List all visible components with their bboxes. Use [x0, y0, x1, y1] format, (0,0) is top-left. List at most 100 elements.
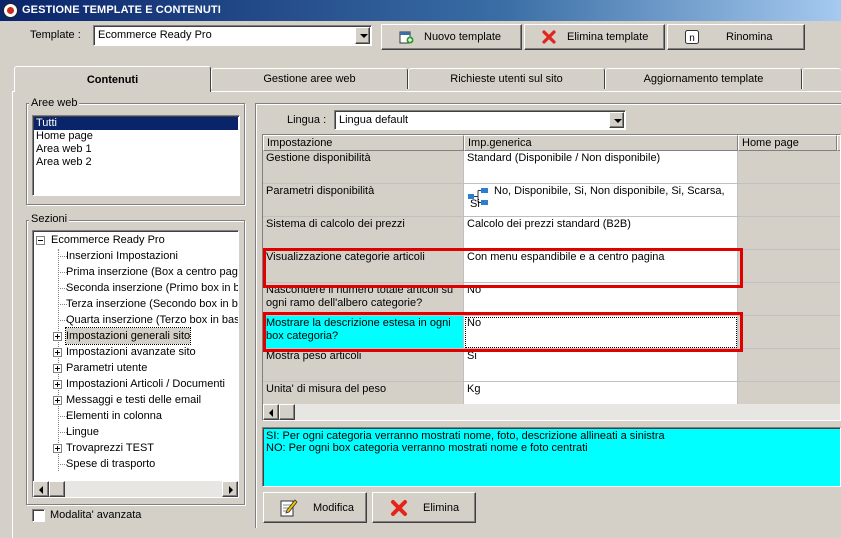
- setting-value-cell[interactable]: Calcolo dei prezzi standard (B2B): [464, 217, 738, 250]
- column-header[interactable]: Home page: [738, 135, 837, 151]
- home-page-cell[interactable]: [738, 316, 840, 349]
- edit-label: Modifica: [313, 501, 354, 514]
- description-box: SI: Per ogni categoria verranno mostrati…: [262, 427, 841, 487]
- setting-name-cell[interactable]: Nascondere il numero totale articoli su …: [263, 283, 464, 316]
- setting-name-cell[interactable]: Gestione disponibilità: [263, 151, 464, 184]
- expand-icon[interactable]: [53, 380, 62, 389]
- scroll-left-button[interactable]: [33, 481, 49, 497]
- tree-node-label: Quarta inserzione (Terzo box in bass: [66, 314, 239, 326]
- home-page-cell[interactable]: [738, 217, 840, 250]
- delete-button[interactable]: Elimina: [372, 492, 476, 523]
- new-template-icon: [398, 29, 414, 45]
- template-select[interactable]: Ecommerce Ready Pro: [93, 25, 372, 46]
- description-line-1: SI: Per ogni categoria verranno mostrati…: [266, 430, 665, 442]
- scroll-thumb[interactable]: [279, 404, 295, 420]
- column-header[interactable]: Impostazione: [263, 135, 464, 151]
- tab-aggiornamento-template-label: Aggiornamento template: [643, 73, 764, 85]
- expand-icon[interactable]: [53, 332, 62, 341]
- home-page-cell[interactable]: [738, 349, 840, 382]
- setting-value-cell[interactable]: Si: [464, 349, 738, 382]
- close-icon: [389, 498, 409, 518]
- tab-richieste-utenti[interactable]: Richieste utenti sul sito: [408, 68, 605, 89]
- modalita-avanzata-checkbox[interactable]: [32, 509, 45, 522]
- aree-web-label: Aree web: [29, 97, 80, 109]
- window-titlebar: GESTIONE TEMPLATE E CONTENUTI: [0, 0, 841, 21]
- tree-node-label: Elementi in colonna: [66, 410, 163, 422]
- setting-value-cell[interactable]: No, Disponibile, Si, Non disponibile, Si…: [464, 184, 738, 217]
- chevron-down-icon[interactable]: [355, 27, 370, 44]
- tree-root-label: Ecommerce Ready Pro: [51, 234, 165, 246]
- list-item[interactable]: Tutti: [34, 117, 238, 130]
- setting-name-cell[interactable]: Sistema di calcolo dei prezzi: [263, 217, 464, 250]
- grid-hscrollbar[interactable]: [263, 404, 840, 420]
- tree-node-label: Spese di trasporto: [66, 458, 156, 470]
- setting-name-cell[interactable]: Parametri disponibilità: [263, 184, 464, 217]
- tree-node-label: Impostazioni avanzate sito: [66, 346, 196, 358]
- list-item[interactable]: Home page: [34, 130, 238, 143]
- setting-value-text: Standard (Disponibile / Non disponibile): [467, 152, 661, 164]
- collapse-icon[interactable]: [36, 236, 45, 245]
- home-page-cell[interactable]: [738, 283, 840, 316]
- delete-template-button[interactable]: Elimina template: [524, 24, 665, 50]
- chevron-down-icon[interactable]: [609, 112, 624, 128]
- setting-value-cell[interactable]: Standard (Disponibile / Non disponibile): [464, 151, 738, 184]
- home-page-cell[interactable]: [738, 151, 840, 184]
- tab-aggiornamento-template[interactable]: Aggiornamento template: [605, 68, 802, 89]
- sezioni-tree[interactable]: Ecommerce Ready Pro Inserzioni Impostazi…: [32, 230, 239, 498]
- tab-gestione-aree-web-label: Gestione aree web: [263, 73, 356, 85]
- setting-value-cell[interactable]: No: [464, 316, 738, 349]
- edit-icon: [279, 498, 299, 518]
- tree-node-label: Seconda inserzione (Primo box in ba: [66, 282, 239, 294]
- setting-value-cell[interactable]: Con menu espandibile e a centro pagina: [464, 250, 738, 283]
- tab-contenuti[interactable]: Contenuti: [14, 66, 211, 92]
- expand-icon[interactable]: [53, 364, 62, 373]
- scroll-thumb[interactable]: [49, 481, 65, 497]
- tree-node-label: Messaggi e testi delle email: [66, 394, 202, 406]
- tree-node-label: Impostazioni generali sito: [64, 327, 192, 345]
- setting-value-text: Kg: [467, 383, 481, 395]
- modalita-avanzata-label: Modalita' avanzata: [50, 509, 142, 521]
- close-icon: [541, 29, 557, 45]
- rename-label: Rinomina: [726, 31, 773, 43]
- edit-button[interactable]: Modifica: [263, 492, 367, 523]
- list-item[interactable]: Area web 1: [34, 143, 238, 156]
- setting-value-text: Con menu espandibile e a centro pagina: [467, 251, 665, 263]
- column-header[interactable]: [837, 135, 840, 151]
- setting-value-text: No: [467, 317, 482, 329]
- list-item[interactable]: Area web 2: [34, 156, 238, 169]
- sezioni-label: Sezioni: [29, 213, 70, 225]
- setting-value-cell[interactable]: No: [464, 283, 738, 316]
- tree-node-label: Inserzioni Impostazioni: [66, 250, 178, 262]
- tab-gestione-aree-web[interactable]: Gestione aree web: [211, 68, 408, 89]
- lingua-select-value: Lingua default: [339, 114, 409, 126]
- tab-overflow[interactable]: [802, 68, 841, 89]
- setting-name-cell[interactable]: Visualizzazione categorie articoli: [263, 250, 464, 283]
- tree-node-label: Parametri utente: [66, 362, 148, 374]
- tree-node-label: Prima inserzione (Box a centro pagin: [66, 266, 239, 278]
- tree-node-label: Terza inserzione (Secondo box in ba: [66, 298, 239, 310]
- lingua-select[interactable]: Lingua default: [334, 110, 626, 130]
- new-template-button[interactable]: Nuovo template: [381, 24, 522, 50]
- rename-icon: n: [684, 29, 700, 45]
- setting-name-cell[interactable]: Mostra peso articoli: [263, 349, 464, 382]
- window-title: GESTIONE TEMPLATE E CONTENUTI: [22, 4, 221, 16]
- delete-label: Elimina: [423, 501, 460, 514]
- tree-hscrollbar[interactable]: [33, 481, 238, 497]
- setting-name-cell[interactable]: Mostrare la descrizione estesa in ogni b…: [263, 316, 464, 349]
- tree-node-label: Lingue: [66, 426, 100, 438]
- setting-value-text: Si: [467, 350, 477, 362]
- home-page-cell[interactable]: [738, 250, 840, 283]
- expand-icon[interactable]: [53, 396, 62, 405]
- home-page-cell[interactable]: [738, 184, 840, 217]
- settings-grid[interactable]: Impostazione Imp.generica Home page Gestion…: [262, 134, 841, 421]
- column-header[interactable]: Imp.generica: [464, 135, 738, 151]
- expand-icon[interactable]: [53, 444, 62, 453]
- scroll-right-button[interactable]: [222, 481, 238, 497]
- scroll-left-button[interactable]: [263, 404, 279, 420]
- delete-template-label: Elimina template: [567, 31, 649, 43]
- rename-button[interactable]: n Rinomina: [667, 24, 805, 50]
- expand-icon[interactable]: [53, 348, 62, 357]
- aree-web-list[interactable]: Tutti Home page Area web 1 Area web 2: [32, 115, 240, 196]
- setting-value-text: No, Disponibile, Si, Non disponibile, Si…: [470, 185, 725, 210]
- tab-contenuti-label: Contenuti: [86, 74, 139, 86]
